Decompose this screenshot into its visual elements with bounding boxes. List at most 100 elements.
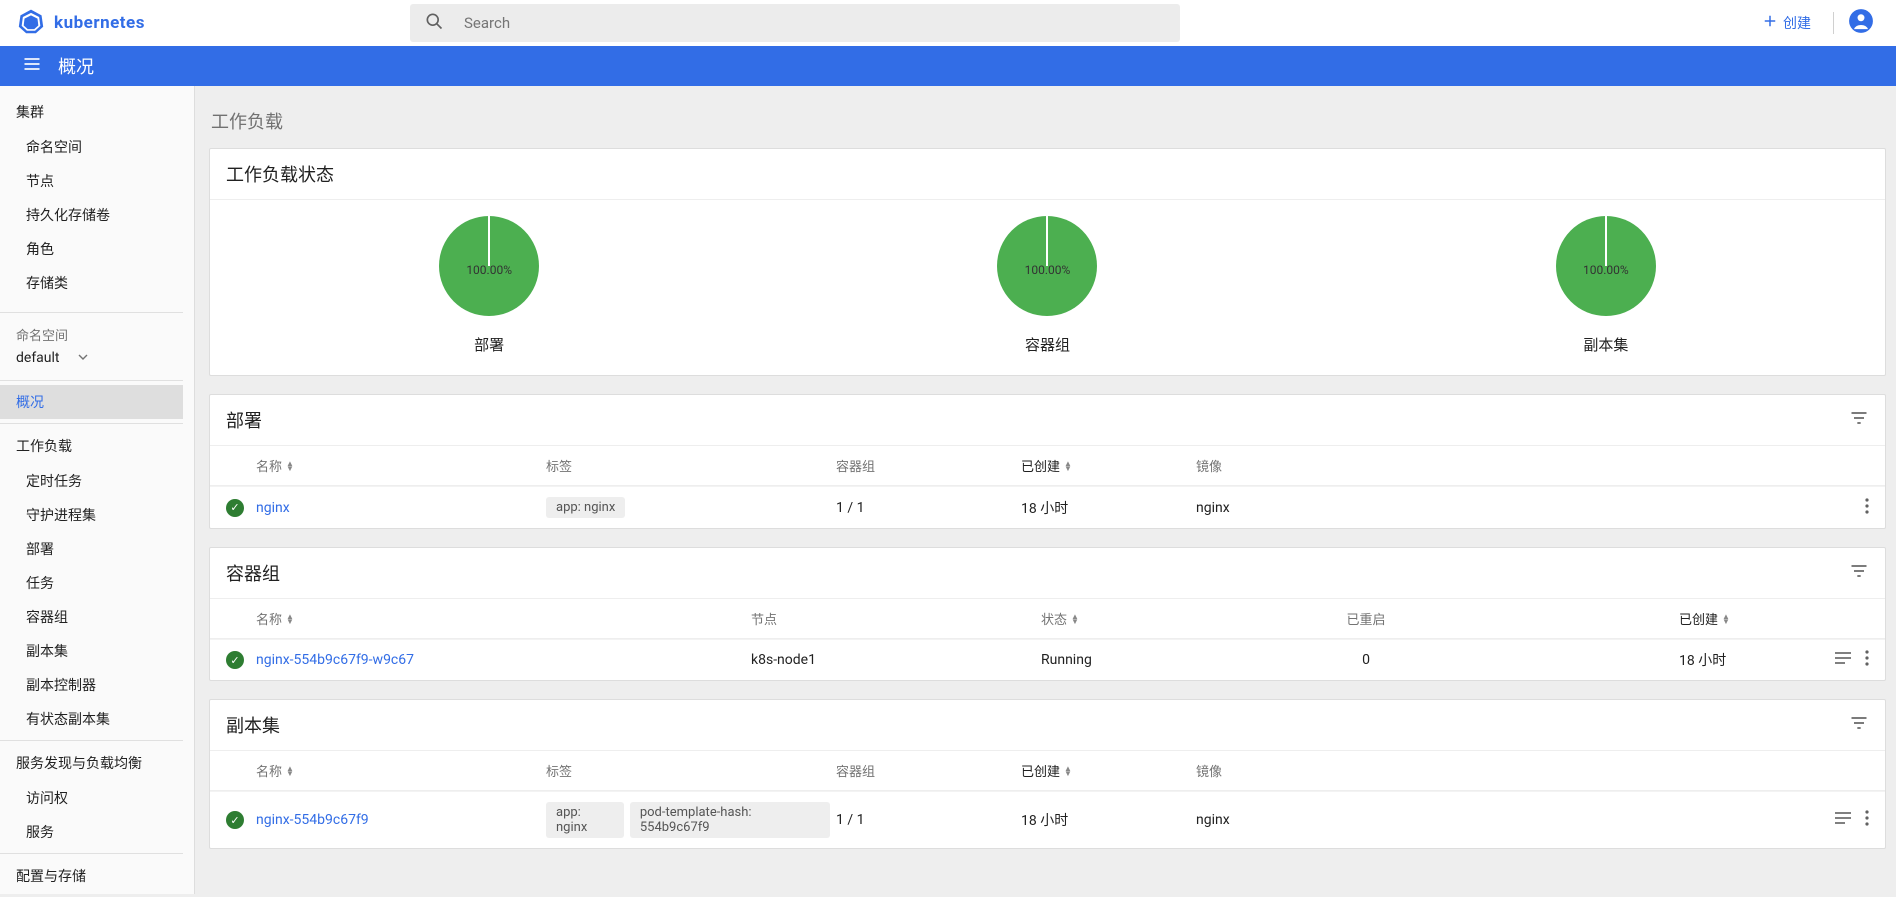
sidebar-item-statefulset[interactable]: 有状态副本集 <box>0 702 183 736</box>
col-name[interactable]: 名称▲▼ <box>256 761 546 780</box>
chevron-down-icon <box>60 350 88 366</box>
filter-icon[interactable] <box>1849 408 1869 432</box>
cell-created: 18 小时 <box>1021 810 1196 830</box>
table-row: ✓ nginx app: nginx 1 / 1 18 小时 nginx <box>210 486 1885 528</box>
col-pods: 容器组 <box>836 761 1021 780</box>
col-name[interactable]: 名称▲▼ <box>256 609 751 628</box>
donut-pct: 100.00% <box>437 263 541 277</box>
status-ok-icon: ✓ <box>226 499 244 517</box>
cell-image: nginx <box>1196 812 1799 828</box>
namespace-value: default <box>16 350 60 366</box>
label-chip: pod-template-hash: 554b9c67f9 <box>630 802 830 838</box>
col-labels: 标签 <box>546 761 836 780</box>
col-created[interactable]: 已创建▲▼ <box>1021 761 1196 780</box>
donut-replicasets: 100.00% 副本集 <box>1327 214 1885 355</box>
more-icon[interactable] <box>1865 498 1869 518</box>
sort-icon: ▲▼ <box>1071 614 1079 624</box>
pods-card: 容器组 名称▲▼ 节点 状态▲▼ 已重启 已创建▲▼ ✓ nginx-554b9… <box>209 547 1886 681</box>
col-labels: 标签 <box>546 456 836 475</box>
col-images: 镜像 <box>1196 761 1799 780</box>
col-created[interactable]: 已创建▲▼ <box>1679 609 1789 628</box>
sidebar-item-daemonset[interactable]: 守护进程集 <box>0 498 183 532</box>
status-ok-icon: ✓ <box>226 811 244 829</box>
card-title-rs: 副本集 <box>226 712 1849 738</box>
col-node: 节点 <box>751 609 1041 628</box>
search-input[interactable] <box>464 14 1166 32</box>
namespace-select[interactable]: default <box>0 346 183 376</box>
donut-deployments: 100.00% 部署 <box>210 214 768 355</box>
rs-link[interactable]: nginx-554b9c67f9 <box>256 812 369 828</box>
table-header: 名称▲▼ 节点 状态▲▼ 已重启 已创建▲▼ <box>210 599 1885 639</box>
filter-icon[interactable] <box>1849 561 1869 585</box>
label-chip: app: nginx <box>546 802 624 838</box>
menu-icon[interactable] <box>22 54 42 78</box>
table-header: 名称▲▼ 标签 容器组 已创建▲▼ 镜像 <box>210 751 1885 791</box>
deploy-link[interactable]: nginx <box>256 500 290 516</box>
sidebar-item-namespace[interactable]: 命名空间 <box>0 130 183 164</box>
sort-icon: ▲▼ <box>1722 614 1730 624</box>
sidebar-item-pod[interactable]: 容器组 <box>0 600 183 634</box>
sidebar-item-replicaset[interactable]: 副本集 <box>0 634 183 668</box>
create-button[interactable]: 创建 <box>1753 6 1819 40</box>
cell-image: nginx <box>1196 500 1799 516</box>
plus-icon <box>1761 12 1783 34</box>
cell-pods: 1 / 1 <box>836 812 1021 828</box>
search-box[interactable] <box>410 4 1180 42</box>
user-icon[interactable] <box>1848 8 1874 38</box>
sort-icon: ▲▼ <box>1064 461 1072 471</box>
create-label: 创建 <box>1783 13 1811 33</box>
cell-pods: 1 / 1 <box>836 500 1021 516</box>
workload-status-card: 工作负载状态 100.00% 部署 100.00% 容器组 1 <box>209 148 1886 376</box>
sidebar-head-cluster[interactable]: 集群 <box>0 94 183 130</box>
logs-icon[interactable] <box>1835 812 1851 828</box>
donut-pct: 100.00% <box>995 263 1099 277</box>
sidebar-item-storageclass[interactable]: 存储类 <box>0 266 183 300</box>
search-icon <box>424 11 444 35</box>
sidebar-head-services[interactable]: 服务发现与负载均衡 <box>0 745 183 781</box>
col-created[interactable]: 已创建▲▼ <box>1021 456 1196 475</box>
pod-link[interactable]: nginx-554b9c67f9-w9c67 <box>256 652 414 668</box>
page-title: 概况 <box>58 53 94 79</box>
more-icon[interactable] <box>1865 650 1869 670</box>
table-row: ✓ nginx-554b9c67f9-w9c67 k8s-node1 Runni… <box>210 639 1885 680</box>
sidebar-item-node[interactable]: 节点 <box>0 164 183 198</box>
sidebar-item-rc[interactable]: 副本控制器 <box>0 668 183 702</box>
col-name[interactable]: 名称▲▼ <box>256 456 546 475</box>
col-pods: 容器组 <box>836 456 1021 475</box>
donut-pct: 100.00% <box>1554 263 1658 277</box>
sidebar-item-cronjob[interactable]: 定时任务 <box>0 464 183 498</box>
donut-label: 容器组 <box>768 334 1326 355</box>
sidebar-item-pv[interactable]: 持久化存储卷 <box>0 198 183 232</box>
sidebar-scroll[interactable]: 集群 命名空间 节点 持久化存储卷 角色 存储类 命名空间 default 概况… <box>0 86 195 894</box>
sidebar-head-config[interactable]: 配置与存储 <box>0 858 183 894</box>
sidebar-item-role[interactable]: 角色 <box>0 232 183 266</box>
col-restart: 已重启 <box>1331 609 1401 628</box>
filter-icon[interactable] <box>1849 713 1869 737</box>
sort-icon: ▲▼ <box>1064 766 1072 776</box>
sort-icon: ▲▼ <box>286 766 294 776</box>
sidebar-item-deployment[interactable]: 部署 <box>0 532 183 566</box>
donut-label: 部署 <box>210 334 768 355</box>
sidebar-head-workloads[interactable]: 工作负载 <box>0 428 183 464</box>
donut-label: 副本集 <box>1327 334 1885 355</box>
main-content: 工作负载 工作负载状态 100.00% 部署 100.00% 容器组 <box>195 86 1896 897</box>
sidebar-item-ingress[interactable]: 访问权 <box>0 781 183 815</box>
donut-pods: 100.00% 容器组 <box>768 214 1326 355</box>
top-bar: kubernetes 创建 <box>0 0 1896 46</box>
col-state[interactable]: 状态▲▼ <box>1041 609 1331 628</box>
deployments-card: 部署 名称▲▼ 标签 容器组 已创建▲▼ 镜像 ✓ nginx app: ngi… <box>209 394 1886 529</box>
sort-icon: ▲▼ <box>286 461 294 471</box>
card-title-status: 工作负载状态 <box>226 161 1869 187</box>
sidebar-item-job[interactable]: 任务 <box>0 566 183 600</box>
more-icon[interactable] <box>1865 810 1869 830</box>
sidebar-item-overview[interactable]: 概况 <box>0 385 183 419</box>
namespace-label: 命名空间 <box>0 317 183 346</box>
cell-created: 18 小时 <box>1679 650 1789 670</box>
logo-text: kubernetes <box>54 13 145 33</box>
sidebar-item-service[interactable]: 服务 <box>0 815 183 849</box>
cell-created: 18 小时 <box>1021 498 1196 518</box>
table-header: 名称▲▼ 标签 容器组 已创建▲▼ 镜像 <box>210 446 1885 486</box>
card-title-pods: 容器组 <box>226 560 1849 586</box>
logo[interactable]: kubernetes <box>0 8 410 38</box>
logs-icon[interactable] <box>1835 652 1851 668</box>
